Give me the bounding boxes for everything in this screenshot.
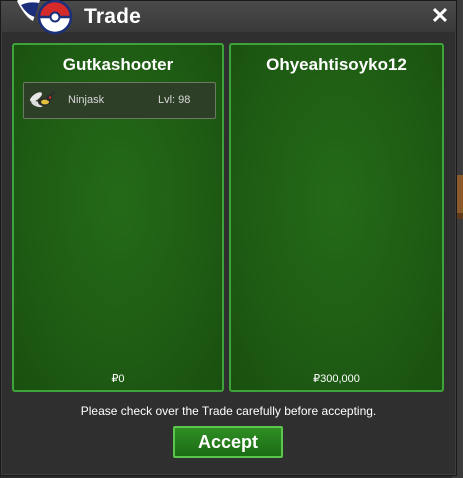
item-name: Ninjask	[68, 94, 105, 106]
close-icon: ✕	[430, 3, 450, 28]
title-bar[interactable]: Trade ✕	[1, 0, 456, 35]
window-title: Trade	[84, 5, 142, 28]
trade-window: Trade ✕ Gutkashooter Ninjask Lvl: 98 ₽0 …	[0, 0, 457, 476]
item-level: Lvl: 98	[158, 94, 191, 106]
left-trader-money: ₽0	[111, 373, 125, 385]
right-trader-panel: Ohyeahtisoyko12 ₽300,000	[229, 43, 444, 392]
right-trader-name: Ohyeahtisoyko12	[266, 55, 407, 74]
left-trader-name: Gutkashooter	[62, 55, 174, 74]
accept-button[interactable]: Accept	[173, 426, 283, 458]
pokeball-logo-icon	[17, 0, 73, 35]
left-trader-panel: Gutkashooter Ninjask Lvl: 98 ₽0	[12, 43, 224, 392]
right-trader-money: ₽300,000	[313, 373, 360, 385]
trade-notice: Please check over the Trade carefully be…	[80, 404, 377, 418]
close-button[interactable]: ✕	[429, 4, 451, 28]
trade-item-ninjask[interactable]: Ninjask Lvl: 98	[23, 82, 216, 119]
ninjask-icon	[30, 90, 56, 108]
